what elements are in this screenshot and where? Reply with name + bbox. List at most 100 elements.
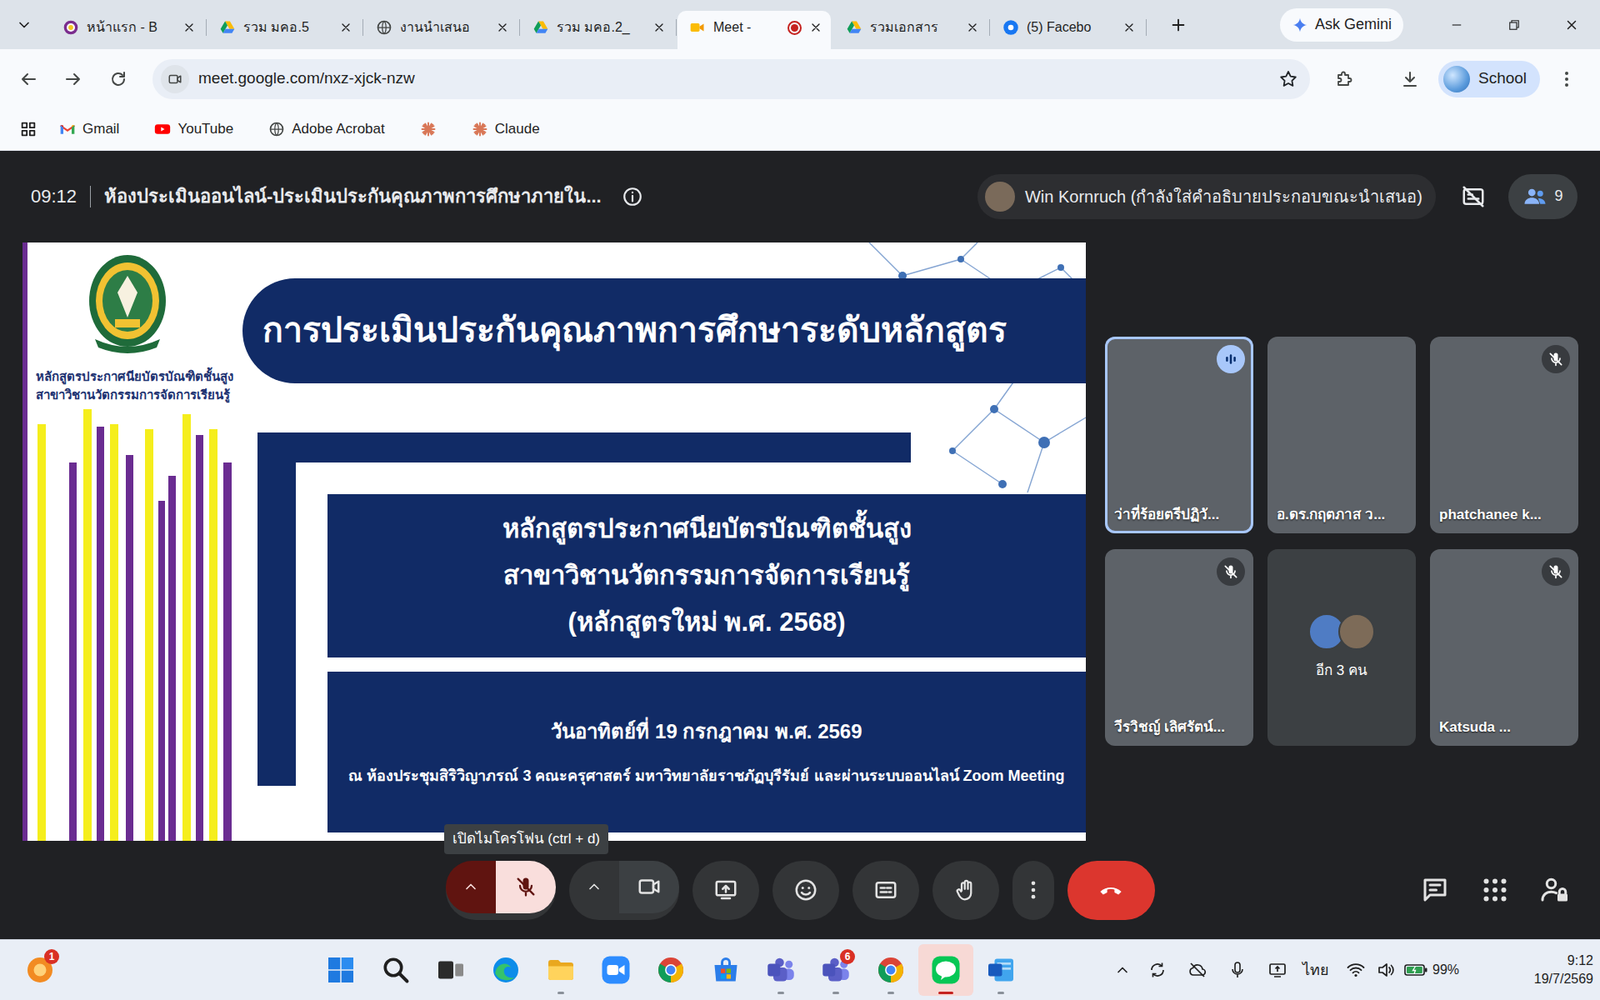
chat-icon[interactable] [1420,875,1450,905]
taskbar-app[interactable] [533,944,589,996]
new-tab-button[interactable] [1161,8,1195,42]
taskbar-app[interactable] [863,944,919,996]
info-icon[interactable] [621,185,644,208]
browser-tab[interactable]: รวมเอกสาร [834,10,988,50]
sync-button[interactable] [1137,950,1178,990]
taskbar-app[interactable] [478,944,534,996]
close-tab-icon[interactable] [182,20,196,35]
downloads-button[interactable] [1391,60,1429,98]
taskbar-app[interactable]: 6 [808,944,864,996]
tab-title: รวมเอกสาร [870,17,959,38]
bookmark[interactable] [413,117,444,141]
hidden-icons-button[interactable] [1107,950,1138,990]
video-options-button[interactable] [569,860,620,914]
more-options-button[interactable] [1012,860,1055,920]
address-text[interactable]: meet.google.com/nxz-xjck-nzw [198,66,415,91]
browser-tab[interactable]: รวม มคอ.5 [207,10,361,50]
extensions-button[interactable] [1325,60,1363,98]
tab-search-button[interactable] [7,8,41,42]
browser-menu-button[interactable] [1548,60,1585,98]
taskbar-app[interactable] [973,944,1029,996]
bookmark[interactable]: Gmail [52,115,126,144]
reactions-button[interactable] [772,860,840,920]
apps-button[interactable] [12,116,45,142]
taskbar-app[interactable] [588,944,644,996]
volume-button[interactable] [1370,950,1401,990]
taskbar-app[interactable] [698,944,754,996]
activities-icon[interactable] [1480,875,1510,905]
close-tab-icon[interactable] [809,20,823,35]
widgets-button[interactable]: 1 [12,944,68,996]
present-button[interactable] [692,860,760,920]
participant-tile[interactable]: phatchanee k... [1430,336,1579,534]
hand-icon [953,877,979,903]
taskbar-app[interactable] [753,944,809,996]
microphone-button[interactable] [495,860,556,914]
close-tab-icon[interactable] [1122,20,1136,35]
running-indicator [997,991,1005,995]
taskbar-app[interactable] [423,944,479,996]
app-badge: 6 [840,949,855,965]
participant-tile[interactable]: Katsuda ... [1430,549,1579,746]
forward-button[interactable] [55,60,92,98]
bookmark[interactable]: YouTube [147,115,240,144]
raise-hand-button[interactable] [932,860,1000,920]
cloud-button[interactable] [1177,950,1218,990]
minimize-button[interactable] [1427,0,1485,50]
globe-favicon-icon [375,19,393,36]
profile-button[interactable]: School [1438,60,1540,98]
hang-up-icon [1097,876,1125,904]
download-icon [1400,69,1420,90]
participants-button[interactable]: 9 [1508,174,1578,220]
taskbar-app[interactable] [643,944,699,996]
participant-tile[interactable]: วีรวิชญ์ เลิศรัตน์... [1105,549,1254,746]
site-info-button[interactable] [160,65,190,94]
close-tab-icon[interactable] [339,20,353,35]
back-button[interactable] [10,60,47,98]
camera-control[interactable] [569,860,680,920]
input-language[interactable]: ไทย [1302,959,1330,982]
browser-toolbar: meet.google.com/nxz-xjck-nzw School [0,49,1600,109]
close-tab-icon[interactable] [965,20,980,35]
camera-button[interactable] [619,860,680,914]
presenter-chip[interactable]: Win Kornruch (กำลังใส่คำอธิบายประกอบขณะน… [977,174,1436,220]
ask-gemini-label: Ask Gemini [1315,13,1392,36]
camera-icon [636,874,662,900]
taskbar-app[interactable] [313,944,369,996]
participant-tile[interactable]: อ.ดร.กฤตภาส ว... [1267,336,1416,534]
browser-tab[interactable]: งานนำเสนอ [364,10,518,50]
address-bar[interactable]: meet.google.com/nxz-xjck-nzw [152,59,1310,100]
browser-tab[interactable]: Meet - [677,10,831,50]
ask-gemini-button[interactable]: Ask Gemini [1280,8,1404,42]
search-icon [380,955,411,985]
browser-tab[interactable]: (5) Facebo [990,10,1145,50]
wifi-button[interactable] [1340,950,1371,990]
program-line: สาขาวิชานวัตกรรมการจัดการเรียนรู้ [335,552,1078,600]
host-controls-icon[interactable] [1540,875,1570,905]
microphone-tray-button[interactable] [1217,950,1258,990]
reload-button[interactable] [100,60,137,98]
taskbar-app[interactable] [368,944,424,996]
participant-tile[interactable]: อีก 3 คน [1267,549,1416,746]
screen-tray-button[interactable] [1257,950,1298,990]
audio-options-button[interactable] [445,860,496,914]
leave-call-button[interactable] [1067,860,1155,920]
bookmark[interactable]: Adobe Acrobat [261,115,392,144]
bookmark[interactable]: Claude [465,115,547,144]
taskbar-app[interactable] [918,944,974,996]
captions-off-icon[interactable] [1460,184,1486,210]
captions-button[interactable] [852,860,920,920]
close-tab-icon[interactable] [652,20,666,35]
close-tab-icon[interactable] [495,20,510,35]
clock[interactable]: 9:12 19/7/2569 [1534,951,1600,989]
battery-button[interactable] [1400,950,1431,990]
close-window-button[interactable] [1542,0,1600,50]
claude-icon [420,120,437,138]
participant-tile[interactable]: ว่าที่ร้อยตรีปฏิวั... [1105,336,1254,534]
bookmark-star-icon[interactable] [1278,69,1299,90]
emoji-icon [793,877,819,903]
browser-tab[interactable]: หน้าแรก - B [50,10,205,50]
restore-button[interactable] [1485,0,1543,50]
browser-tab[interactable]: รวม มคอ.2_ [520,10,675,50]
microphone-control[interactable]: เปิดไมโครโฟน (ctrl + d) [445,860,556,920]
